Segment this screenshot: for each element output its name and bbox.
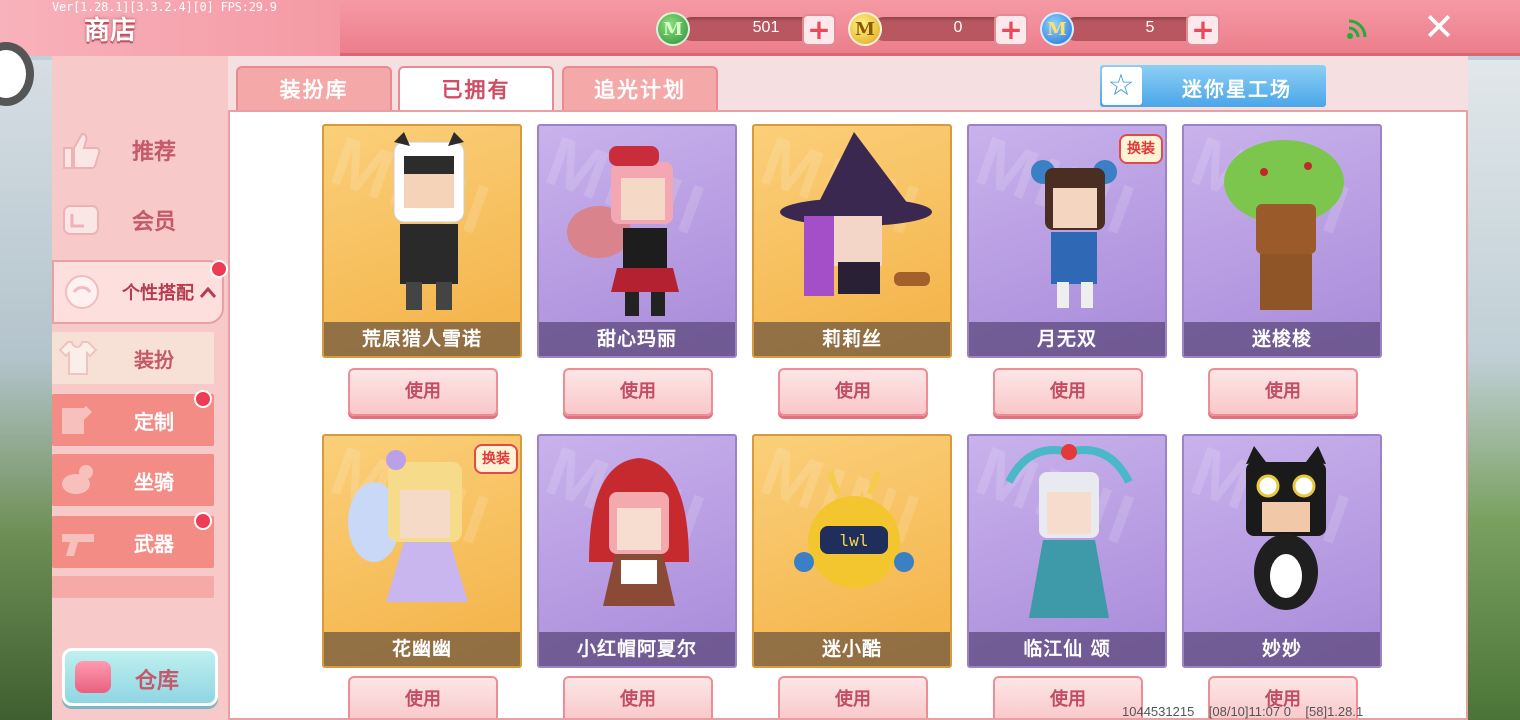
studio-label: 迷你星工场 xyxy=(1182,77,1292,101)
page-title: 商店 xyxy=(84,16,137,46)
outfit-card[interactable]: MINI 换装 花幽幽 xyxy=(322,434,522,668)
notification-dot xyxy=(194,512,212,530)
outfit-card[interactable]: MINI 小红帽阿夏尔 xyxy=(537,434,737,668)
use-button[interactable]: 使用 xyxy=(993,676,1143,718)
tab-outfit-library[interactable]: 装扮库 xyxy=(236,66,392,112)
mini-star-studio-button[interactable]: ☆ 迷你星工场 xyxy=(1100,65,1326,107)
footer-info: 1044531215 [08/10]11:07 0 [58]1.28.1 xyxy=(1122,704,1363,719)
use-button[interactable]: 使用 xyxy=(778,676,928,718)
vip-card-icon xyxy=(63,205,99,235)
background-scenery-left xyxy=(0,60,56,720)
use-button[interactable]: 使用 xyxy=(348,676,498,718)
outfit-name: 花幽幽 xyxy=(324,632,520,666)
warehouse-chest-icon xyxy=(75,661,111,693)
star-icon: ☆ xyxy=(1102,67,1142,105)
character-figure: lwl xyxy=(794,470,914,588)
sidebar-subitem-more[interactable] xyxy=(52,576,214,598)
sidebar-subitem-label: 装扮 xyxy=(134,348,174,372)
outfit-card[interactable]: MINI 甜心玛丽 xyxy=(537,124,737,358)
blue-coin-icon: M xyxy=(1040,12,1074,46)
sidebar-item-label: 会员 xyxy=(132,210,177,235)
character-figure xyxy=(393,132,465,310)
tab-chase-light-plan[interactable]: 追光计划 xyxy=(562,66,718,112)
sidebar-subitem-weapon[interactable]: 武器 xyxy=(52,512,214,568)
notification-dot xyxy=(194,390,212,408)
background-scenery-right xyxy=(1464,60,1520,720)
gold-coin-icon: M xyxy=(848,12,882,46)
sidebar-subitem-label: 坐骑 xyxy=(134,470,174,494)
use-button[interactable]: 使用 xyxy=(778,368,928,416)
timestamp: [08/10]11:07 0 xyxy=(1208,704,1291,719)
outfit-card[interactable]: MINI 妙妙 xyxy=(1182,434,1382,668)
use-button[interactable]: 使用 xyxy=(993,368,1143,416)
sidebar-item-label: 推荐 xyxy=(132,140,177,165)
character-figure xyxy=(589,458,689,606)
outfit-name: 迷梭梭 xyxy=(1184,322,1380,356)
character-figure xyxy=(780,132,932,296)
tab-owned[interactable]: 已拥有 xyxy=(398,66,554,114)
thumbs-up-icon xyxy=(63,132,101,169)
character-figure xyxy=(1005,444,1133,618)
outfit-card[interactable]: MINI 临江仙 颂 xyxy=(967,434,1167,668)
outfit-name: 甜心玛丽 xyxy=(539,322,735,356)
character-figure xyxy=(567,146,679,316)
outfit-name: 荒原猎人雪诺 xyxy=(324,322,520,356)
shirt-icon xyxy=(58,341,98,375)
warehouse-button[interactable]: 仓库 xyxy=(62,648,218,706)
green-gem-amount: 501 xyxy=(752,19,780,36)
character-figure xyxy=(1224,140,1344,310)
outfit-name: 莉莉丝 xyxy=(754,322,950,356)
outfit-card[interactable]: MINI 莉莉丝 xyxy=(752,124,952,358)
sidebar-item-label: 个性搭配 xyxy=(122,283,194,304)
use-button[interactable]: 使用 xyxy=(1208,368,1358,416)
main-panel: 装扮库 已拥有 追光计划 ☆ 迷你星工场 MINI 荒原猎人雪诺 MINI xyxy=(228,56,1468,720)
signal-icon xyxy=(1347,19,1367,39)
outfit-card[interactable]: MINI 迷梭梭 xyxy=(1182,124,1382,358)
add-green-gem-button[interactable]: + xyxy=(802,14,836,46)
add-blue-coin-button[interactable]: + xyxy=(1186,14,1220,46)
chevron-up-icon xyxy=(199,286,217,298)
warehouse-label: 仓库 xyxy=(135,669,180,694)
outfit-card[interactable]: MINI 荒原猎人雪诺 xyxy=(322,124,522,358)
gun-icon xyxy=(62,534,94,556)
gold-coin-amount: 0 xyxy=(953,19,963,36)
outfit-name: 迷小酷 xyxy=(754,632,950,666)
outfit-name: 妙妙 xyxy=(1184,632,1380,666)
build-version: [58]1.28.1 xyxy=(1305,704,1364,719)
sidebar-item-style[interactable]: 个性搭配 xyxy=(52,260,228,324)
mount-icon xyxy=(62,465,93,494)
top-bar: Ver[1.28.1][3.3.2.4][0] FPS:29.9 商店 M 50… xyxy=(0,0,1520,56)
outfit-card[interactable]: MINI 换装 月无双 xyxy=(967,124,1167,358)
customize-icon xyxy=(62,406,92,434)
close-icon[interactable]: ✕ xyxy=(1420,8,1458,46)
outfit-card[interactable]: MINI lwl 迷小酷 xyxy=(752,434,952,668)
svg-text:lwl: lwl xyxy=(840,531,869,550)
sidebar-subitem-label: 武器 xyxy=(134,532,174,556)
blue-coin-amount: 5 xyxy=(1145,19,1155,36)
outfit-name: 月无双 xyxy=(969,322,1165,356)
outfit-name: 小红帽阿夏尔 xyxy=(539,632,735,666)
sidebar-subitem-customize[interactable]: 定制 xyxy=(52,390,214,446)
outfit-name: 临江仙 颂 xyxy=(969,632,1165,666)
sidebar-item-vip[interactable]: 会员 xyxy=(52,188,224,252)
character-figure xyxy=(1031,160,1117,308)
sidebar-subitem-outfit[interactable]: 装扮 xyxy=(52,332,214,384)
sidebar-subitem-mount[interactable]: 坐骑 xyxy=(52,454,214,506)
use-button[interactable]: 使用 xyxy=(563,676,713,718)
use-button[interactable]: 使用 xyxy=(348,368,498,416)
character-figure xyxy=(348,450,468,602)
sidebar: 推荐 会员 个性搭配 装扮 定制 坐骑 武器 仓库 xyxy=(52,56,228,720)
style-icon xyxy=(65,275,99,309)
notification-dot xyxy=(210,260,228,278)
add-gold-coin-button[interactable]: + xyxy=(994,14,1028,46)
sidebar-subitem-label: 定制 xyxy=(134,410,174,434)
user-id: 1044531215 xyxy=(1122,704,1195,719)
sidebar-item-recommend[interactable]: 推荐 xyxy=(52,118,224,182)
owned-items-grid: MINI 荒原猎人雪诺 MINI 甜心玛丽 xyxy=(228,110,1468,720)
character-figure xyxy=(1246,446,1326,610)
use-button[interactable]: 使用 xyxy=(563,368,713,416)
green-gem-icon: M xyxy=(656,12,690,46)
